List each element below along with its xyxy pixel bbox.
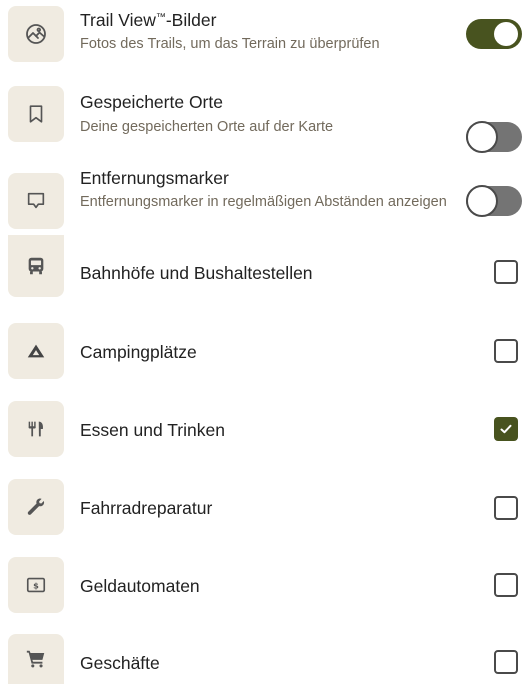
- map-layers-list: Trail View™-Bilder Fotos des Trails, um …: [0, 0, 523, 684]
- transit-label: Bahnhöfe und Bushaltestellen: [80, 263, 313, 283]
- toggle-row-distance-markers[interactable]: Entfernungsmarker Entfernungsmarker in r…: [0, 165, 523, 243]
- distance-markers-title: Entfernungsmarker: [80, 168, 229, 188]
- food-label: Essen und Trinken: [80, 420, 225, 440]
- distance-markers-toggle[interactable]: [466, 185, 522, 217]
- toggle-knob: [466, 121, 498, 153]
- shops-label: Geschäfte: [80, 653, 160, 673]
- atm-label: Geldautomaten: [80, 576, 200, 596]
- atm-icon: $: [8, 557, 64, 613]
- checkmark-icon: [500, 424, 512, 434]
- image-gallery-icon: [8, 6, 64, 62]
- trail-view-subtitle: Fotos des Trails, um das Terrain zu über…: [80, 36, 380, 52]
- toggle-row-trail-view[interactable]: Trail View™-Bilder Fotos des Trails, um …: [0, 0, 523, 78]
- checkbox-row-transit[interactable]: Bahnhöfe und Bushaltestellen: [0, 235, 523, 305]
- shopping-cart-icon: [8, 634, 64, 684]
- bike-repair-label: Fahrradreparatur: [80, 498, 213, 518]
- bus-icon: [8, 235, 64, 297]
- toggle-row-saved-places[interactable]: Gespeicherte Orte Deine gespeicherten Or…: [0, 80, 523, 158]
- distance-marker-icon: [8, 173, 64, 229]
- toggle-knob: [494, 22, 518, 46]
- checkbox-row-bike-repair[interactable]: Fahrradreparatur: [0, 479, 523, 541]
- checkbox-row-shops[interactable]: Geschäfte: [0, 634, 523, 684]
- toggle-knob: [466, 185, 498, 217]
- atm-checkbox[interactable]: [494, 573, 518, 597]
- checkbox-row-camping[interactable]: Campingplätze: [0, 323, 523, 385]
- saved-places-subtitle: Deine gespeicherten Orte auf der Karte: [80, 119, 334, 135]
- distance-markers-subtitle: Entfernungsmarker in regelmäßigen Abstän…: [80, 194, 447, 210]
- shops-checkbox[interactable]: [494, 650, 518, 674]
- food-checkbox[interactable]: [494, 417, 518, 441]
- tent-icon: [8, 323, 64, 379]
- svg-text:$: $: [33, 581, 39, 591]
- checkbox-row-food[interactable]: Essen und Trinken: [0, 401, 523, 463]
- wrench-icon: [8, 479, 64, 535]
- camping-checkbox[interactable]: [494, 339, 518, 363]
- fork-knife-icon: [8, 401, 64, 457]
- bookmark-icon: [8, 86, 64, 142]
- saved-places-title: Gespeicherte Orte: [80, 92, 223, 112]
- trail-view-toggle[interactable]: [466, 19, 522, 49]
- saved-places-toggle[interactable]: [466, 121, 522, 153]
- transit-checkbox[interactable]: [494, 260, 518, 284]
- checkbox-row-atm[interactable]: $ Geldautomaten: [0, 557, 523, 619]
- trail-view-title: Trail View™-Bilder: [80, 10, 217, 30]
- bike-repair-checkbox[interactable]: [494, 496, 518, 520]
- camping-label: Campingplätze: [80, 342, 197, 362]
